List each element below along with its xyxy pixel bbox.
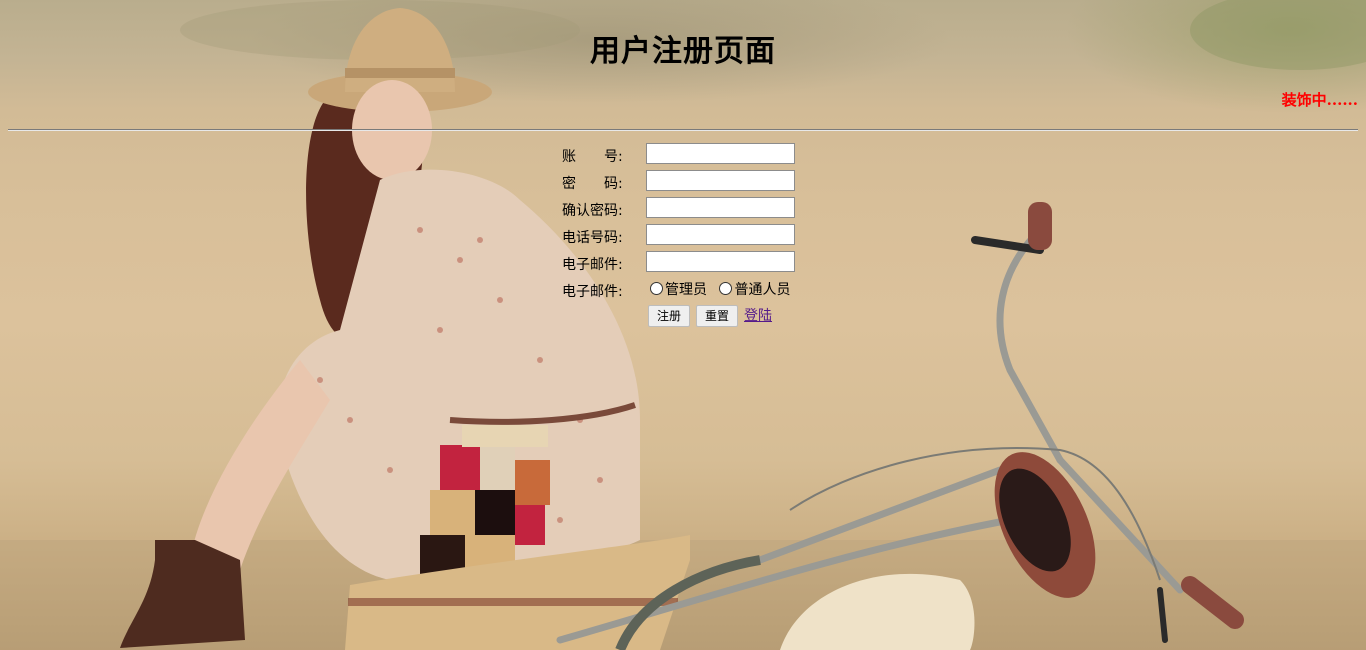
register-button[interactable]: 注册 [648, 305, 691, 327]
action-buttons: 注册 重置 登陆 [648, 305, 772, 327]
form-row-actions: 注册 重置 登陆 [562, 304, 862, 331]
registration-form: 账 号: 密 码: 确认密码: 电话号码: 电子邮件: 电子邮件: 管理员 普通… [562, 142, 862, 331]
decoration-text: 装饰中...... [1281, 91, 1358, 109]
role-label: 电子邮件: [562, 284, 623, 300]
reset-button[interactable]: 重置 [696, 305, 739, 327]
form-row-account: 账 号: [562, 142, 862, 169]
admin-radio-label[interactable]: 管理员 [665, 282, 707, 298]
regular-user-radio-label[interactable]: 普通人员 [734, 282, 790, 298]
page-title: 用户注册页面 [590, 34, 776, 69]
email-input[interactable] [646, 251, 795, 272]
email-label: 电子邮件: [562, 257, 623, 273]
role-radio-group: 管理员 普通人员 [650, 279, 798, 299]
login-link[interactable]: 登陆 [744, 308, 772, 324]
phone-input[interactable] [646, 224, 795, 245]
account-label: 账 号: [562, 149, 623, 165]
confirm-password-input[interactable] [646, 197, 795, 218]
form-row-email: 电子邮件: [562, 250, 862, 277]
admin-radio[interactable] [650, 282, 663, 295]
form-row-phone: 电话号码: [562, 223, 862, 250]
phone-label: 电话号码: [562, 230, 623, 246]
form-row-confirm-password: 确认密码: [562, 196, 862, 223]
regular-user-radio[interactable] [719, 282, 733, 295]
form-row-role: 电子邮件: 管理员 普通人员 [562, 277, 862, 304]
password-input[interactable] [646, 170, 795, 191]
header-divider [8, 129, 1358, 131]
form-row-password: 密 码: [562, 169, 862, 196]
account-input[interactable] [646, 143, 795, 164]
confirm-password-label: 确认密码: [562, 203, 623, 219]
password-label: 密 码: [562, 176, 623, 192]
